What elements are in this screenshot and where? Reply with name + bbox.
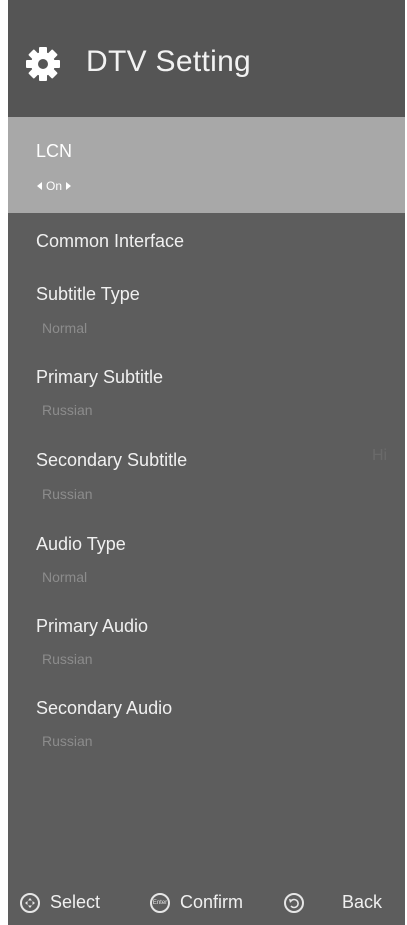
menu-item-label: Audio Type xyxy=(36,534,126,554)
page-title: DTV Setting xyxy=(86,45,252,78)
menu-item-value: Russian xyxy=(42,486,93,502)
dpad-icon xyxy=(20,892,40,913)
arrow-right-icon[interactable] xyxy=(66,182,72,190)
menu-item-audio-type[interactable]: Audio Type Normal xyxy=(8,519,405,601)
menu-item-label: Secondary Audio xyxy=(36,698,173,718)
menu-item-label: Common Interface xyxy=(36,231,185,251)
gear-icon xyxy=(26,47,60,81)
menu-item-lcn[interactable]: LCN On xyxy=(8,117,405,213)
menu-item-label: LCN xyxy=(36,141,73,161)
dtv-setting-panel: DTV Setting LCN On Common Interface Subt… xyxy=(8,0,405,925)
menu-item-label: Secondary Subtitle xyxy=(36,450,188,470)
menu-item-value: Russian xyxy=(42,402,93,418)
enter-icon: Enter xyxy=(150,892,170,913)
menu-item-value: Normal xyxy=(42,320,88,336)
menu-item-label: Primary Subtitle xyxy=(36,367,164,387)
menu-item-common-interface[interactable]: Common Interface xyxy=(8,213,405,268)
menu-item-value: Normal xyxy=(42,569,88,585)
menu-item-primary-subtitle[interactable]: Primary Subtitle Russian xyxy=(8,352,405,435)
menu-item-label: Primary Audio xyxy=(36,616,149,636)
menu-item-primary-audio[interactable]: Primary Audio Russian xyxy=(8,601,405,683)
menu-item-value: Russian xyxy=(42,651,93,667)
back-hint: Back xyxy=(284,892,382,913)
lcn-value-selector[interactable]: On xyxy=(37,179,72,193)
back-icon xyxy=(284,892,304,913)
select-label: Select xyxy=(50,892,101,912)
back-label: Back xyxy=(342,892,383,912)
panel-header: DTV Setting xyxy=(8,0,405,117)
settings-list: LCN On Common Interface Subtitle Type No… xyxy=(8,117,405,765)
arrow-left-icon[interactable] xyxy=(37,182,42,190)
select-hint: Select xyxy=(20,892,100,913)
menu-item-secondary-subtitle[interactable]: Secondary Subtitle Russian xyxy=(8,435,405,519)
footer-hints: Select Enter Confirm Back xyxy=(8,880,405,925)
menu-item-label: Subtitle Type xyxy=(36,284,140,304)
background-ghost-text: Hi xyxy=(372,447,388,464)
confirm-hint: Enter Confirm xyxy=(150,892,243,913)
menu-item-subtitle-type[interactable]: Subtitle Type Normal xyxy=(8,268,405,352)
lcn-value: On xyxy=(46,179,63,193)
menu-item-secondary-audio[interactable]: Secondary Audio Russian xyxy=(8,683,405,765)
confirm-label: Confirm xyxy=(180,892,244,912)
menu-item-value: Russian xyxy=(42,733,93,749)
